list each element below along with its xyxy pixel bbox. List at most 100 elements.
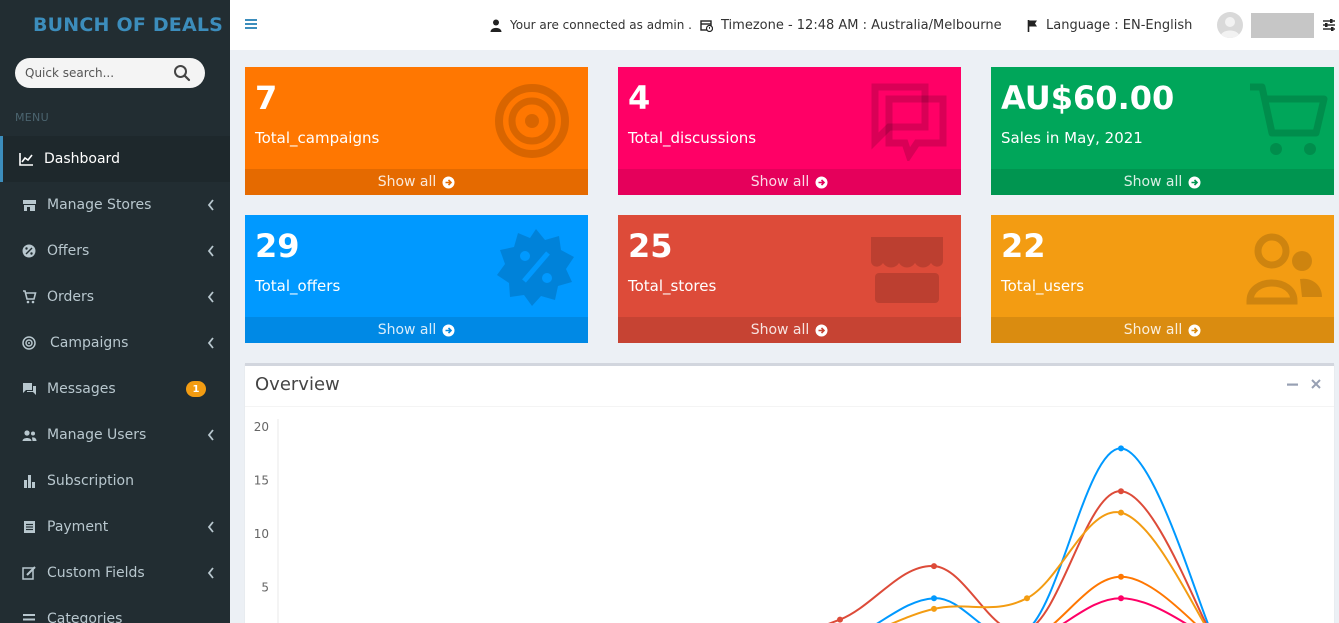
show-all-label: Show all: [1123, 322, 1183, 338]
stat-box-stores: 25 Total_stores Show all: [618, 215, 961, 343]
sidebar-item-messages[interactable]: Messages 1: [0, 366, 230, 412]
chevron-left-icon: [207, 521, 214, 533]
sidebar: BUNCH OF DEALS MENU Dashboard Manage Sto…: [0, 0, 230, 623]
stat-box-campaigns: 7 Total_campaigns Show all: [245, 67, 588, 195]
avatar-placeholder-icon: [1220, 17, 1240, 38]
show-all-label: Show all: [750, 174, 810, 190]
stat-value: 7: [255, 79, 278, 117]
users-icon: [21, 427, 37, 443]
brand-logo[interactable]: BUNCH OF DEALS: [0, 0, 230, 50]
show-all-link[interactable]: Show all: [245, 169, 588, 195]
show-all-label: Show all: [377, 322, 437, 338]
sidebar-item-dashboard[interactable]: Dashboard: [0, 136, 230, 182]
flag-icon: [1027, 19, 1037, 32]
stat-value: 22: [1001, 227, 1046, 265]
y-tick-label: 10: [254, 527, 269, 541]
language-text: Language : EN-English: [1046, 17, 1193, 33]
messages-count-badge: 1: [186, 381, 206, 397]
sidebar-item-subscription[interactable]: Subscription: [0, 458, 230, 504]
stat-box-users: 22 Total_users Show all: [991, 215, 1334, 343]
arrow-circle-right-icon: [815, 176, 828, 188]
arrow-circle-right-icon: [442, 324, 455, 336]
stat-label: Total_discussions: [628, 129, 757, 147]
menu-header: MENU: [15, 111, 49, 124]
percent-badge-icon: [497, 229, 574, 306]
search-icon[interactable]: [173, 64, 191, 82]
panel-tools: [1286, 376, 1322, 392]
stat-box-discussions: 4 Total_discussions Show all: [618, 67, 961, 195]
show-all-link[interactable]: Show all: [991, 169, 1334, 195]
collapse-button[interactable]: [1286, 376, 1298, 392]
show-all-label: Show all: [1123, 174, 1183, 190]
sidebar-menu: Dashboard Manage Stores Offers Orders Ca…: [0, 136, 230, 623]
hamburger-menu-icon[interactable]: [244, 17, 258, 31]
arrow-circle-right-icon: [1188, 176, 1201, 188]
sidebar-item-label: Offers: [47, 243, 90, 259]
top-navbar: Your are connected as admin . Timezone -…: [230, 0, 1339, 50]
series-line: [890, 511, 1206, 623]
connected-text: Your are connected as admin .: [510, 18, 692, 32]
list-icon: [21, 611, 37, 623]
series-line: [876, 447, 1209, 623]
arrow-circle-right-icon: [815, 324, 828, 336]
connected-user-info: Your are connected as admin .: [490, 0, 692, 50]
sidebar-item-manage-stores[interactable]: Manage Stores: [0, 182, 230, 228]
stat-value: AU$60.00: [1001, 79, 1175, 117]
close-button[interactable]: [1310, 376, 1322, 392]
user-avatar[interactable]: [1217, 12, 1243, 38]
language-selector[interactable]: Language : EN-English: [1027, 0, 1192, 50]
show-all-label: Show all: [750, 322, 810, 338]
chevron-left-icon: [207, 245, 214, 257]
sidebar-item-campaigns[interactable]: Campaigns: [0, 320, 230, 366]
stat-box-offers: 29 Total_offers Show all: [245, 215, 588, 343]
sidebar-item-label: Manage Users: [47, 427, 147, 443]
user-icon: [490, 19, 502, 32]
quick-search: [15, 58, 205, 88]
sidebar-item-categories[interactable]: Categories: [0, 596, 230, 623]
minus-icon: [1286, 383, 1298, 386]
stat-label: Total_campaigns: [255, 129, 380, 147]
data-point: [931, 563, 937, 570]
show-all-link[interactable]: Show all: [991, 317, 1334, 343]
show-all-link[interactable]: Show all: [618, 317, 961, 343]
sidebar-item-label: Categories: [47, 611, 123, 623]
sidebar-item-offers[interactable]: Offers: [0, 228, 230, 274]
edit-icon: [21, 565, 37, 581]
y-tick-label: 15: [254, 474, 269, 488]
stat-box-sales: AU$60.00 Sales in May, 2021 Show all: [991, 67, 1334, 195]
search-input[interactable]: [25, 66, 165, 80]
users-icon: [1246, 233, 1322, 305]
percent-badge-icon: [21, 243, 37, 259]
sidebar-item-label: Campaigns: [50, 335, 129, 351]
cart-icon: [21, 289, 37, 305]
stat-label: Total_users: [1001, 277, 1085, 295]
chevron-left-icon: [207, 199, 214, 211]
chevron-left-icon: [207, 429, 214, 441]
sidebar-item-manage-users[interactable]: Manage Users: [0, 412, 230, 458]
panel-title: Overview: [255, 374, 340, 395]
sidebar-item-orders[interactable]: Orders: [0, 274, 230, 320]
username-placeholder[interactable]: [1251, 13, 1314, 38]
show-all-link[interactable]: Show all: [618, 169, 961, 195]
data-point: [1118, 509, 1124, 516]
cart-icon: [1250, 83, 1328, 155]
sidebar-item-label: Dashboard: [44, 151, 120, 167]
overview-line-chart: 20 15 10 5: [254, 419, 1209, 623]
data-point: [1118, 595, 1124, 602]
chat-icon: [21, 381, 37, 397]
chevron-left-icon: [207, 337, 214, 349]
calendar-clock-icon: [700, 19, 713, 32]
sidebar-item-payment[interactable]: Payment: [0, 504, 230, 550]
arrow-circle-right-icon: [1188, 324, 1201, 336]
show-all-link[interactable]: Show all: [245, 317, 588, 343]
close-icon: [1311, 379, 1321, 389]
sidebar-item-label: Orders: [47, 289, 95, 305]
overview-panel: Overview 20 15 10 5: [245, 363, 1334, 623]
target-icon: [21, 335, 37, 351]
chevron-left-icon: [207, 567, 214, 579]
stat-label: Total_offers: [255, 277, 341, 295]
timezone-info[interactable]: Timezone - 12:48 AM : Australia/Melbourn…: [700, 0, 1002, 50]
show-all-label: Show all: [377, 174, 437, 190]
sidebar-item-custom-fields[interactable]: Custom Fields: [0, 550, 230, 596]
sliders-icon[interactable]: [1322, 18, 1336, 32]
